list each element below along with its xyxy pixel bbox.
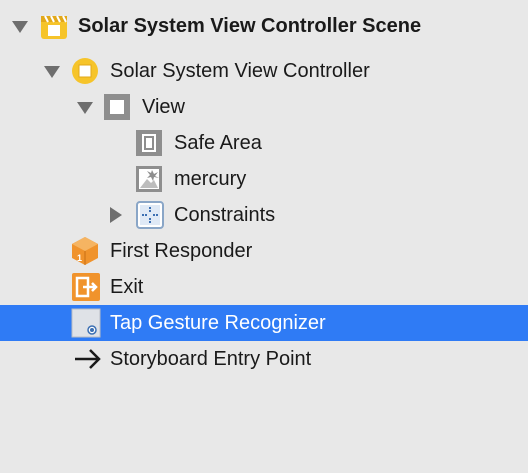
outline-row-constraints[interactable]: Constraints xyxy=(0,197,528,233)
outline-label-scene: Solar System View Controller Scene xyxy=(78,15,422,37)
outline-label-view: View xyxy=(142,96,185,118)
view-controller-icon xyxy=(71,57,99,85)
outline-row-storyboard-entry-point[interactable]: Storyboard Entry Point xyxy=(0,341,528,377)
disclosure-triangle-expanded-icon[interactable] xyxy=(12,21,28,33)
constraints-icon xyxy=(136,201,164,229)
safe-area-icon xyxy=(135,129,163,157)
view-icon xyxy=(103,93,131,121)
disclosure-triangle-collapsed-icon[interactable] xyxy=(110,207,122,223)
outline-label-view-controller: Solar System View Controller xyxy=(110,60,370,82)
outline-row-first-responder[interactable]: 1 First Responder xyxy=(0,233,528,269)
outline-row-tap-gesture-recognizer[interactable]: Tap Gesture Recognizer xyxy=(0,305,528,341)
first-responder-icon: 1 xyxy=(71,236,99,266)
svg-text:1: 1 xyxy=(77,253,82,263)
document-outline: Solar System View Controller Scene Solar… xyxy=(0,0,528,473)
exit-icon xyxy=(71,272,101,302)
image-view-icon xyxy=(135,165,163,193)
outline-row-view[interactable]: View xyxy=(0,89,528,125)
outline-label-tap-gesture-recognizer: Tap Gesture Recognizer xyxy=(110,312,326,334)
outline-label-safe-area: Safe Area xyxy=(174,132,262,154)
outline-row-mercury[interactable]: mercury xyxy=(0,161,528,197)
outline-label-exit: Exit xyxy=(110,276,144,298)
outline-label-constraints: Constraints xyxy=(174,204,276,226)
scene-icon xyxy=(40,12,68,40)
disclosure-triangle-expanded-icon[interactable] xyxy=(77,102,93,114)
outline-row-exit[interactable]: Exit xyxy=(0,269,528,305)
outline-row-scene[interactable]: Solar System View Controller Scene xyxy=(0,8,528,44)
outline-row-view-controller[interactable]: Solar System View Controller xyxy=(0,53,528,89)
entry-point-arrow-icon xyxy=(73,346,103,372)
disclosure-triangle-expanded-icon[interactable] xyxy=(44,66,60,78)
outline-row-safe-area[interactable]: Safe Area xyxy=(0,125,528,161)
outline-label-mercury: mercury xyxy=(174,168,247,190)
outline-label-storyboard-entry-point: Storyboard Entry Point xyxy=(110,348,312,370)
tap-gesture-icon xyxy=(71,308,101,338)
outline-label-first-responder: First Responder xyxy=(110,240,253,262)
